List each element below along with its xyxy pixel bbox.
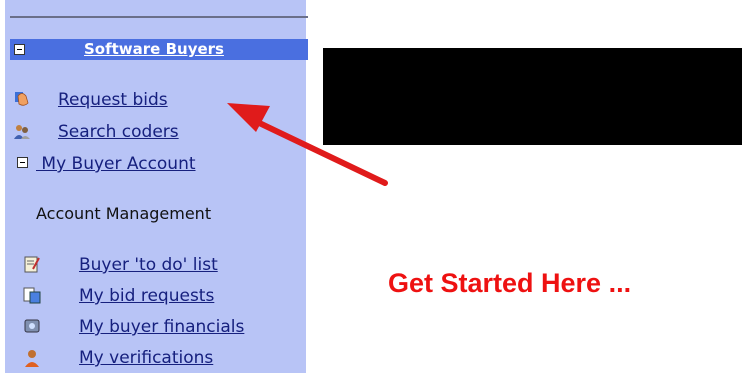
sidebar: Software Buyers Request bids Search code… xyxy=(5,0,308,373)
verifications-icon xyxy=(25,350,39,367)
my-buyer-account-link[interactable]: My Buyer Account xyxy=(36,154,195,174)
account-toggle-icon[interactable] xyxy=(17,157,28,168)
collapse-toggle-icon[interactable] xyxy=(14,44,25,55)
redacted-banner xyxy=(323,48,742,145)
my-buyer-financials-link[interactable]: My buyer financials xyxy=(79,317,244,337)
account-management-heading: Account Management xyxy=(36,204,212,223)
buyer-todo-list-link[interactable]: Buyer 'to do' list xyxy=(79,255,218,275)
sidebar-top-divider xyxy=(10,16,308,18)
get-started-callout: Get Started Here ... xyxy=(388,268,632,298)
bid-requests-icon xyxy=(23,287,41,304)
software-buyers-title[interactable]: Software Buyers xyxy=(84,40,224,58)
my-verifications-link[interactable]: My verifications xyxy=(79,348,213,368)
financials-icon xyxy=(24,319,40,333)
request-bids-link[interactable]: Request bids xyxy=(58,90,168,110)
people-search-icon xyxy=(14,125,30,139)
software-buyers-header[interactable]: Software Buyers xyxy=(10,39,308,60)
my-bid-requests-link[interactable]: My bid requests xyxy=(79,286,214,306)
todo-list-icon xyxy=(24,256,40,273)
search-coders-link[interactable]: Search coders xyxy=(58,122,179,142)
hand-pointer-icon xyxy=(15,92,29,106)
